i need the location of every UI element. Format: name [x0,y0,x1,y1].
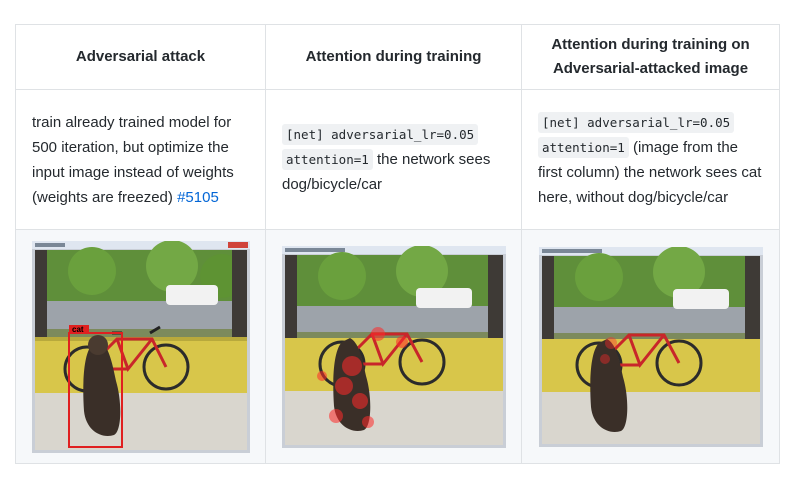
header-attention-adversarial: Attention during training on Adversarial… [521,24,780,90]
cell-attention-description: [net] adversarial_lr=0.05 attention=1 th… [265,89,522,230]
config-code-attention: attention=1 [282,149,373,170]
table-header-row: Adversarial attack Attention during trai… [15,24,780,90]
config-code-lr: [net] adversarial_lr=0.05 [538,111,735,133]
cell-image-2 [265,229,522,464]
issue-link[interactable]: #5105 [177,189,219,206]
table-row-images: cat [15,229,780,464]
detection-screenshot: cat [31,240,250,453]
cell-adversarial-description: train already trained model for 500 iter… [15,89,266,230]
header-attention-training: Attention during training [265,24,522,90]
config-code-lr: [net] adversarial_lr=0.05 [282,124,479,145]
comparison-table: Adversarial attack Attention during trai… [15,24,780,464]
cell-image-3 [521,229,780,464]
adversarial-attention-screenshot [538,246,763,447]
detection-label: cat [72,325,84,334]
cell-image-1: cat [15,229,266,464]
attention-screenshot [281,245,506,448]
config-code-attention: attention=1 [538,136,629,158]
header-adversarial-attack: Adversarial attack [15,24,266,90]
table-row: train already trained model for 500 iter… [15,89,780,230]
cell-adversarial-attention-description: [net] adversarial_lr=0.05 attention=1 (i… [521,89,780,230]
